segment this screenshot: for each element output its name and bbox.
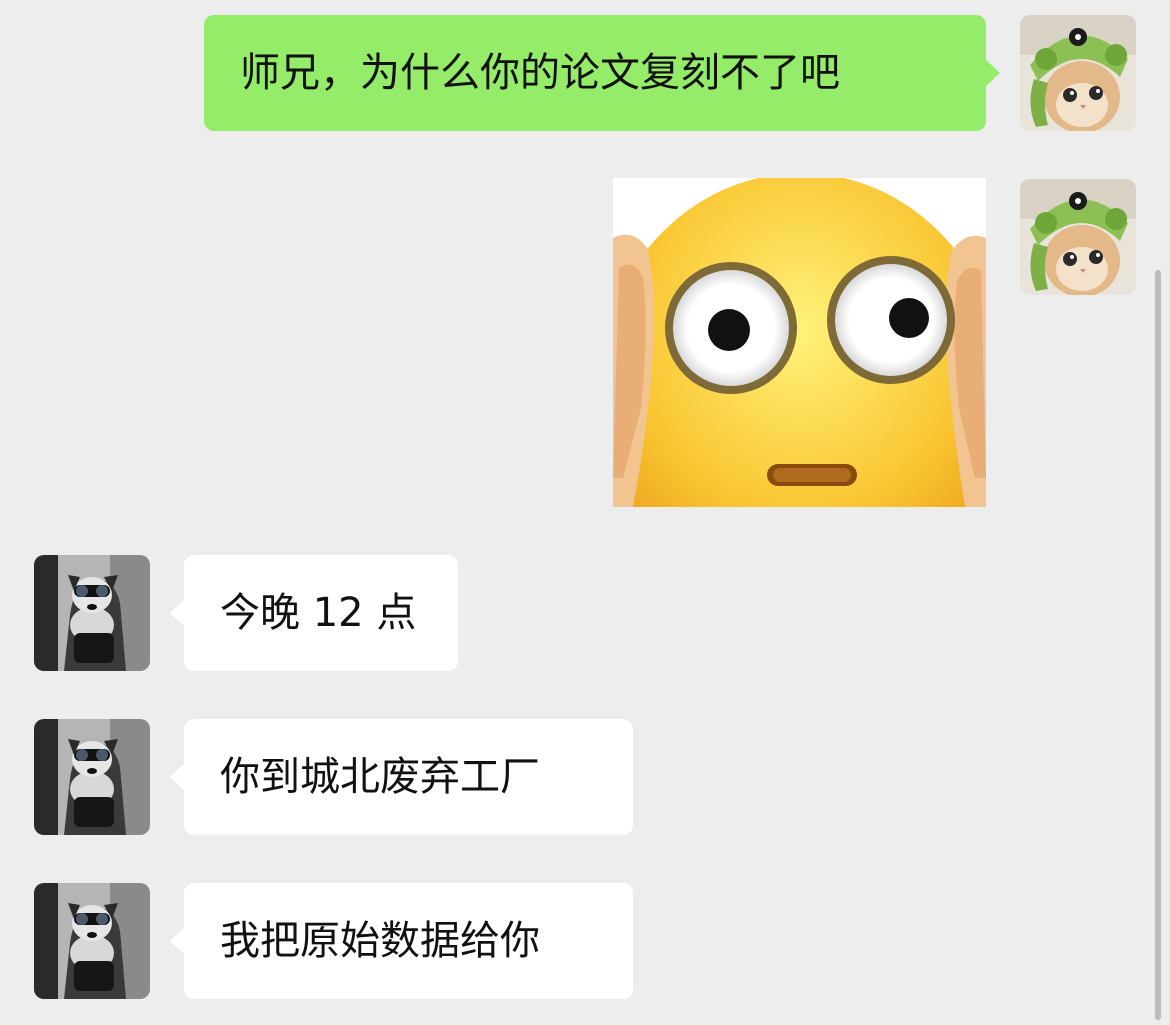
contact-avatar[interactable] xyxy=(34,883,150,999)
my-avatar[interactable] xyxy=(1020,179,1136,295)
dog-avatar-icon xyxy=(34,883,150,999)
cat-avatar-icon xyxy=(1020,15,1136,131)
message-text: 我把原始数据给你 xyxy=(220,918,540,964)
message-bubble-received[interactable]: 你到城北废弃工厂 xyxy=(170,719,633,835)
contact-avatar[interactable] xyxy=(34,719,150,835)
my-avatar[interactable] xyxy=(1020,15,1136,131)
message-text: 今晚 12 点 xyxy=(220,590,417,636)
dog-avatar-icon xyxy=(34,555,150,671)
wide-eyed-face-emoji-icon xyxy=(613,178,986,507)
scrollbar[interactable] xyxy=(1155,270,1161,1020)
message-bubble-received[interactable]: 今晚 12 点 xyxy=(170,555,458,671)
message-bubble-received[interactable]: 我把原始数据给你 xyxy=(170,883,633,999)
message-text: 师兄，为什么你的论文复刻不了吧 xyxy=(240,50,840,96)
cat-avatar-icon xyxy=(1020,179,1136,295)
message-text: 你到城北废弃工厂 xyxy=(220,754,540,800)
chat-window: 师兄，为什么你的论文复刻不了吧 今晚 12 点 你到城北废弃工厂 我把原始数据给… xyxy=(0,0,1170,1025)
message-bubble-sent[interactable]: 师兄，为什么你的论文复刻不了吧 xyxy=(204,15,1000,131)
dog-avatar-icon xyxy=(34,719,150,835)
contact-avatar[interactable] xyxy=(34,555,150,671)
sticker-message[interactable] xyxy=(613,178,986,507)
